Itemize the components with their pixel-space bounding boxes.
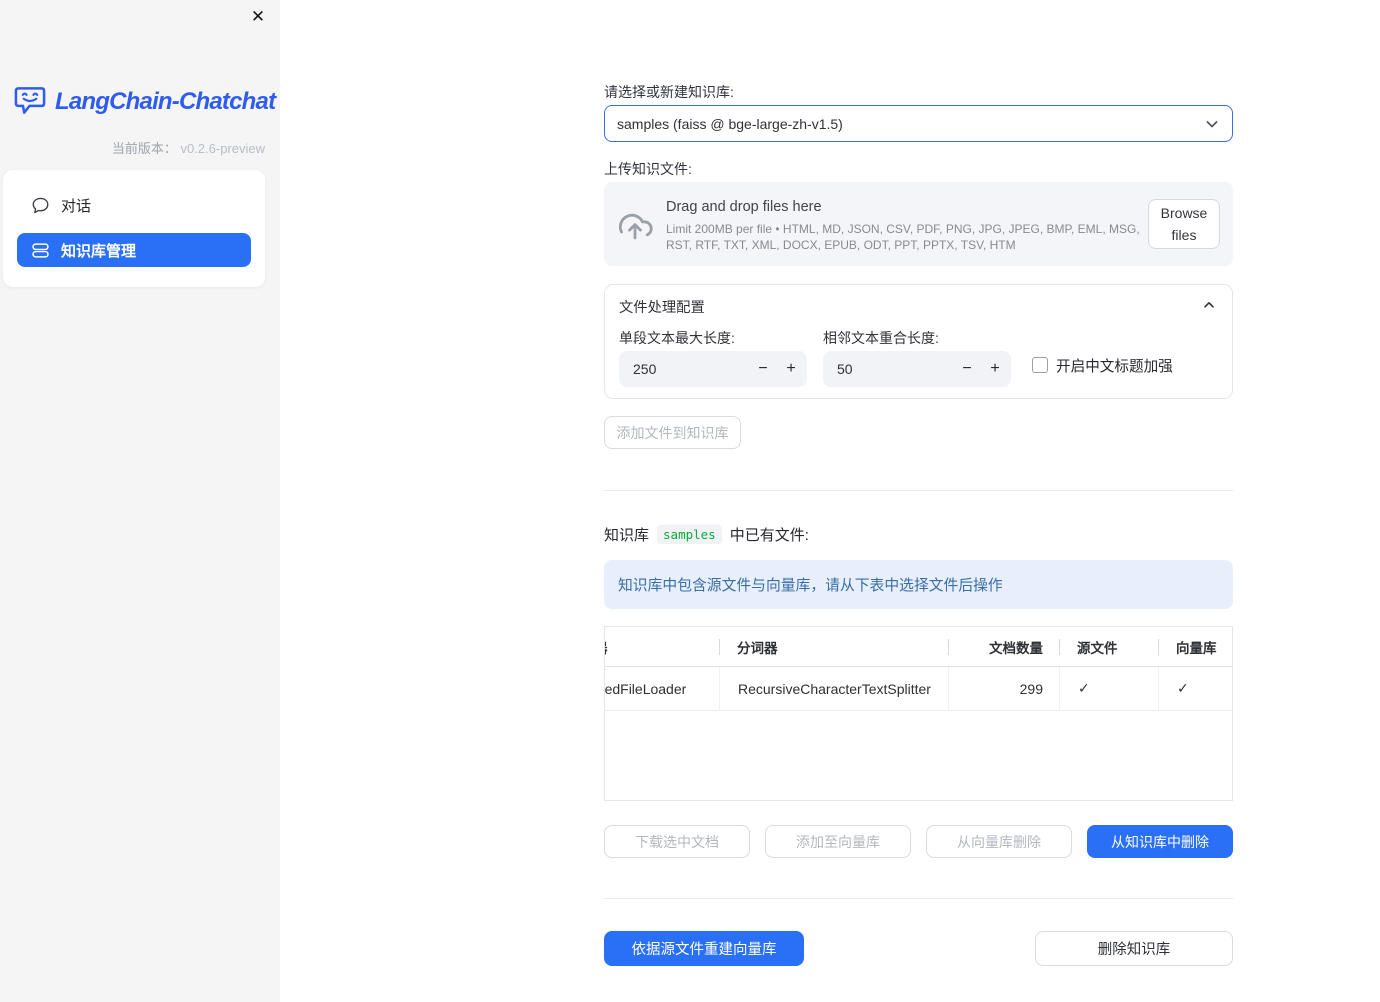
overlap-value: 50: [837, 361, 853, 377]
sidebar-item-knowledge-base[interactable]: 知识库管理: [17, 233, 251, 267]
sidebar-item-label: 知识库管理: [61, 242, 137, 260]
file-config-expander[interactable]: 文件处理配置 单段文本最大长度: 250 − + 相邻文本重合长度: 50 − …: [604, 284, 1233, 399]
sidebar-item-label: 对话: [61, 197, 92, 215]
cell-source-check: ✓: [1059, 667, 1158, 710]
cell-doc-count: 299: [948, 667, 1059, 710]
expander-title: 文件处理配置: [619, 300, 705, 316]
version-text: 当前版本： v0.2.6-preview: [112, 138, 265, 157]
delete-from-vector-store-button[interactable]: 从向量库删除: [926, 825, 1072, 858]
info-alert-text: 知识库中包含源文件与向量库，请从下表中选择文件后操作: [618, 578, 1003, 594]
browse-files-button[interactable]: Browse files: [1148, 199, 1220, 249]
cell-vector-check: ✓: [1158, 667, 1232, 710]
info-alert: 知识库中包含源文件与向量库，请从下表中选择文件后操作: [604, 560, 1233, 609]
sidebar-item-chat[interactable]: 对话: [17, 188, 251, 222]
knowledge-base-icon: [32, 242, 49, 259]
zh-title-enhance-checkbox[interactable]: [1032, 357, 1048, 373]
delete-from-kb-button[interactable]: 从知识库中删除: [1087, 825, 1233, 858]
rebuild-vector-store-button[interactable]: 依据源文件重建向量库: [604, 931, 804, 966]
column-header-doc-count: 文档数量: [948, 627, 1059, 666]
close-icon[interactable]: ✕: [247, 6, 269, 28]
overlap-label: 相邻文本重合长度:: [823, 330, 939, 346]
zh-title-enhance-label: 开启中文标题加强: [1056, 359, 1173, 375]
sidebar: ✕ LangChain-Chatchat 当前版本： v0.2.6-previe…: [0, 0, 280, 1002]
kb-files-suffix: 中已有文件:: [729, 527, 809, 544]
column-header-loader: 文档加载器: [605, 627, 719, 666]
decrement-button[interactable]: −: [955, 351, 979, 387]
cell-loader: UnstructuredFileLoader: [604, 680, 687, 697]
increment-button[interactable]: +: [779, 351, 803, 387]
chevron-down-icon: [1204, 116, 1220, 132]
overlap-input[interactable]: 50 − +: [823, 351, 1011, 387]
kb-select-dropdown[interactable]: samples (faiss @ bge-large-zh-v1.5): [604, 105, 1233, 142]
kb-select-value: samples (faiss @ bge-large-zh-v1.5): [617, 115, 843, 132]
column-header-source-file: 源文件: [1059, 627, 1158, 666]
add-files-button[interactable]: 添加文件到知识库: [604, 416, 741, 449]
chevron-up-icon[interactable]: [1202, 298, 1216, 312]
file-dropzone[interactable]: Drag and drop files here Limit 200MB per…: [604, 182, 1233, 266]
divider: [604, 898, 1233, 899]
kb-select-label: 请选择或新建知识库:: [604, 84, 734, 100]
column-header-vector-store: 向量库: [1158, 627, 1232, 666]
divider: [604, 490, 1233, 491]
kb-files-table[interactable]: 文档加载器 分词器 文档数量 源文件 向量库 UnstructuredFileL…: [604, 626, 1233, 801]
dropzone-limit-text: Limit 200MB per file • HTML, MD, JSON, C…: [666, 222, 1140, 252]
delete-kb-button[interactable]: 删除知识库: [1035, 931, 1233, 966]
logo-chat-bubble-icon: [12, 85, 48, 118]
logo-text: LangChain-Chatchat: [55, 87, 276, 115]
kb-files-prefix: 知识库: [604, 527, 650, 544]
version-label: 当前版本：: [111, 141, 177, 156]
version-value: v0.2.6-preview: [180, 141, 265, 156]
chat-icon: [32, 197, 49, 214]
kb-files-heading: 知识库 samples 中已有文件:: [604, 524, 809, 545]
increment-button[interactable]: +: [983, 351, 1007, 387]
chunk-size-label: 单段文本最大长度:: [619, 330, 735, 346]
chunk-size-value: 250: [633, 361, 657, 377]
add-to-vector-store-button[interactable]: 添加至向量库: [765, 825, 911, 858]
app-logo: LangChain-Chatchat: [12, 85, 276, 118]
chunk-size-input[interactable]: 250 − +: [619, 351, 807, 387]
app-window: ✕ LangChain-Chatchat 当前版本： v0.2.6-previe…: [0, 0, 1380, 1002]
upload-label: 上传知识文件:: [604, 161, 692, 177]
sidebar-menu: 对话 知识库管理: [3, 170, 265, 287]
upload-cloud-icon: [615, 209, 655, 241]
decrement-button[interactable]: −: [751, 351, 775, 387]
column-header-splitter: 分词器: [719, 627, 948, 666]
kb-name-code: samples: [657, 525, 722, 544]
table-row[interactable]: UnstructuredFileLoader RecursiveCharacte…: [604, 667, 1232, 711]
download-selected-button[interactable]: 下载选中文档: [604, 825, 750, 858]
table-header-row: 文档加载器 分词器 文档数量 源文件 向量库: [605, 627, 1232, 667]
cell-splitter: RecursiveCharacterTextSplitter: [719, 667, 948, 710]
dropzone-title: Drag and drop files here: [666, 199, 822, 215]
